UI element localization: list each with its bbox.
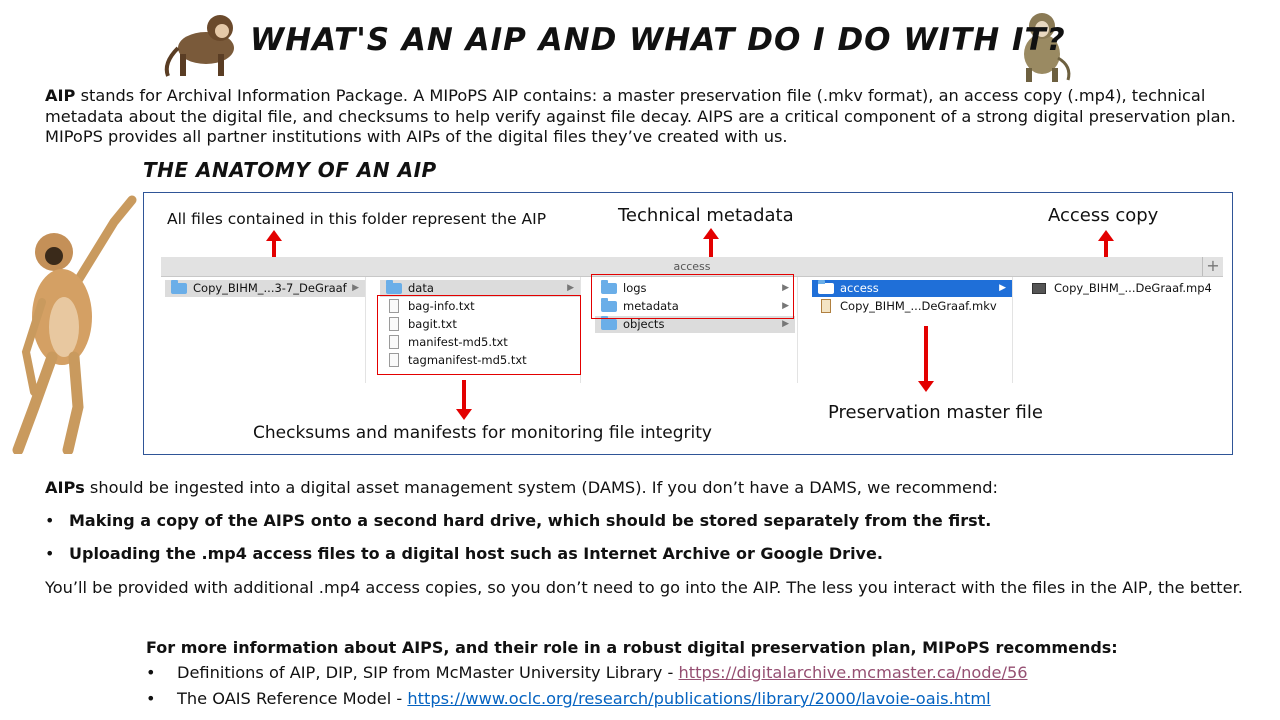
finder-column-1: Copy_BIHM_...3-7_DeGraaf ▶ [161, 277, 366, 383]
callout-checksums: Checksums and manifests for monitoring f… [253, 423, 712, 443]
mcmaster-link[interactable]: https://digitalarchive.mcmaster.ca/node/… [679, 663, 1028, 682]
page-title: WHAT'S AN AIP AND WHAT DO I DO WITH IT? [250, 22, 1066, 58]
arrow-down-checksums-icon [456, 380, 472, 420]
finder-item-aip-folder[interactable]: Copy_BIHM_...3-7_DeGraaf ▶ [165, 280, 365, 297]
anatomy-heading: THE ANATOMY OF AN AIP [143, 158, 437, 182]
oclc-link[interactable]: https://www.oclc.org/research/publicatio… [407, 689, 990, 708]
more-info-item: • The OAIS Reference Model - https://www.… [146, 689, 991, 708]
more-info-heading: For more information about AIPS, and the… [146, 638, 1118, 657]
callout-technical-metadata: Technical metadata [618, 205, 794, 226]
intro-lead: AIP [45, 86, 76, 105]
callout-preservation-master: Preservation master file [828, 402, 1043, 423]
folder-icon [171, 280, 187, 294]
finder-column-5: Copy_BIHM_...DeGraaf.mp4 [1022, 277, 1222, 383]
callout-access-copy: Access copy [1048, 205, 1159, 226]
chevron-right-icon: ▶ [999, 283, 1006, 293]
finder-item-mkv[interactable]: Copy_BIHM_...DeGraaf.mkv [812, 298, 1012, 315]
closing-paragraph: You’ll be provided with additional .mp4 … [45, 578, 1243, 597]
recommendation-item: • Uploading the .mp4 access files to a di… [45, 544, 883, 563]
dams-lead: AIPs [45, 478, 85, 497]
finder-item-mp4[interactable]: Copy_BIHM_...DeGraaf.mp4 [1026, 280, 1222, 297]
finder-item-access[interactable]: access ▶ [812, 280, 1012, 297]
add-tab-button[interactable]: + [1202, 257, 1223, 276]
finder-path-title: access [673, 260, 711, 273]
bullet-icon: • [45, 544, 55, 563]
bullet-icon: • [146, 663, 156, 682]
monkey-standing-icon [12, 195, 137, 454]
chevron-right-icon: ▶ [352, 283, 359, 293]
callout-all-files: All files contained in this folder repre… [167, 210, 547, 228]
folder-icon [818, 280, 834, 294]
folder-icon [601, 316, 617, 330]
bullet-icon: • [45, 511, 55, 530]
intro-text: stands for Archival Information Package.… [45, 86, 1236, 146]
bullet-icon: • [146, 689, 156, 708]
folder-icon [386, 280, 402, 294]
dams-text: should be ingested into a digital asset … [84, 478, 998, 497]
dams-paragraph: AIPs should be ingested into a digital a… [45, 477, 1245, 498]
metadata-highlight-box [591, 274, 794, 319]
finder-column-4: access ▶ Copy_BIHM_...DeGraaf.mkv [808, 277, 1013, 383]
intro-paragraph: AIP stands for Archival Information Pack… [45, 86, 1245, 148]
checksums-highlight-box [377, 295, 581, 375]
video-thumbnail-icon [1032, 283, 1046, 294]
video-file-icon [821, 299, 831, 313]
more-info-item: • Definitions of AIP, DIP, SIP from McMas… [146, 663, 1028, 682]
recommendation-item: • Making a copy of the AIPS onto a second… [45, 511, 992, 530]
monkey-left-top-icon [164, 15, 234, 77]
